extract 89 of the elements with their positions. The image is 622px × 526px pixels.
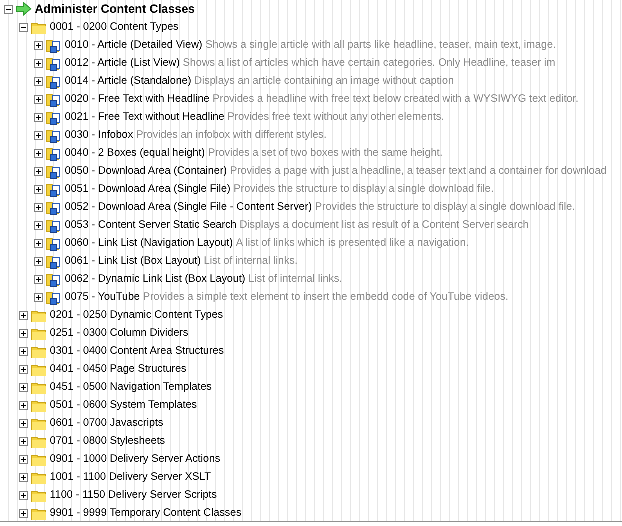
folder-document-icon xyxy=(46,253,62,269)
tree-item[interactable]: 0401 - 0450 Page Structures xyxy=(49,363,188,375)
tree-item[interactable]: 0201 - 0250 Dynamic Content Types xyxy=(49,309,224,321)
folder-document-icon xyxy=(46,199,62,215)
expand-toggle[interactable] xyxy=(19,328,28,338)
item-description: Provides a headline with free text below created with a WYSIWYG text editor. xyxy=(212,93,579,105)
expand-toggle[interactable] xyxy=(34,112,43,122)
folder-document-icon xyxy=(46,181,62,197)
item-description: Provides a page with just a headline, a teaser text and a container for download xyxy=(230,165,607,177)
item-description: Displays an article containing an image without caption xyxy=(194,75,454,87)
expand-toggle[interactable] xyxy=(4,4,13,14)
tree-item[interactable]: 0451 - 0500 Navigation Templates xyxy=(49,381,214,393)
expand-toggle[interactable] xyxy=(19,364,28,374)
tree-item[interactable]: 0075 - YouTube xyxy=(64,291,142,303)
expand-toggle[interactable] xyxy=(34,58,43,68)
folder-document-icon xyxy=(46,163,62,179)
folder-document-icon xyxy=(46,145,62,161)
folder-document-icon xyxy=(46,271,62,287)
tree-item[interactable]: 0251 - 0300 Column Dividers xyxy=(49,327,190,339)
expand-toggle[interactable] xyxy=(19,472,28,482)
expand-toggle[interactable] xyxy=(19,490,28,500)
expand-toggle[interactable] xyxy=(34,148,43,158)
item-description: A list of links which is presented like a navigation. xyxy=(236,237,469,249)
folder-document-icon xyxy=(46,55,62,71)
tree-item[interactable]: 1100 - 1150 Delivery Server Scripts xyxy=(49,489,218,501)
expand-toggle[interactable] xyxy=(19,508,28,518)
item-description: Provides an infobox with different styles. xyxy=(136,129,327,141)
tree-item[interactable]: 0301 - 0400 Content Area Structures xyxy=(49,345,226,357)
tree-item[interactable]: 0050 - Download Area (Container) xyxy=(64,165,228,177)
folder-document-icon xyxy=(46,127,62,143)
expand-toggle[interactable] xyxy=(34,166,43,176)
expand-toggle[interactable] xyxy=(34,202,43,212)
expand-toggle[interactable] xyxy=(19,418,28,428)
expand-toggle[interactable] xyxy=(34,184,43,194)
tree-item[interactable]: 0001 - 0200 Content Types xyxy=(49,21,180,33)
item-description: Provides a set of two boxes with the same height. xyxy=(208,147,443,159)
item-description: Shows a single article with all parts like headline, teaser, main text, image. xyxy=(206,39,556,51)
tree-item[interactable]: 0040 - 2 Boxes (equal height) xyxy=(64,147,206,159)
item-description: List of internal links. xyxy=(248,273,342,285)
tree-item[interactable]: 0901 - 1000 Delivery Server Actions xyxy=(49,453,222,465)
expand-toggle[interactable] xyxy=(34,130,43,140)
tree-item[interactable]: 0052 - Download Area (Single File - Content Server) xyxy=(64,201,314,213)
tree-item[interactable]: 0021 - Free Text without Headline xyxy=(64,111,226,123)
tree-item[interactable]: 0060 - Link List (Navigation Layout) xyxy=(64,237,234,249)
expand-toggle[interactable] xyxy=(34,40,43,50)
expand-toggle[interactable] xyxy=(19,310,28,320)
folder-document-icon xyxy=(46,235,62,251)
expand-toggle[interactable] xyxy=(19,400,28,410)
item-description: Shows a list of articles which have certain categories. Only Headline, teaser im xyxy=(183,57,556,69)
expand-toggle[interactable] xyxy=(34,238,43,248)
tree-item[interactable]: 0062 - Dynamic Link List (Box Layout) xyxy=(64,273,247,285)
expand-toggle[interactable] xyxy=(34,76,43,86)
tree-item[interactable]: 0701 - 0800 Stylesheets xyxy=(49,435,166,447)
expand-toggle[interactable] xyxy=(34,94,43,104)
expand-toggle[interactable] xyxy=(34,256,43,266)
expand-toggle[interactable] xyxy=(19,454,28,464)
item-description: Provides the structure to display a single download file. xyxy=(234,183,494,195)
tree-item[interactable]: 0601 - 0700 Javascripts xyxy=(49,417,164,429)
tree-item[interactable]: 9901 - 9999 Temporary Content Classes xyxy=(49,507,243,519)
tree-item[interactable]: Administer Content Classes xyxy=(34,2,196,16)
expand-toggle[interactable] xyxy=(19,436,28,446)
item-description: List of internal links. xyxy=(204,255,298,267)
arrow-icon xyxy=(16,2,32,16)
tree-item[interactable]: 1001 - 1100 Delivery Server XSLT xyxy=(49,471,212,483)
folder-document-icon xyxy=(46,217,62,233)
expand-toggle[interactable] xyxy=(19,346,28,356)
expand-toggle[interactable] xyxy=(19,382,28,392)
folder-document-icon xyxy=(46,73,62,89)
expand-toggle[interactable] xyxy=(34,274,43,284)
tree-item[interactable]: 0014 - Article (Standalone) xyxy=(64,75,193,87)
item-description: Provides free text without any other elements. xyxy=(228,111,444,123)
folder-document-icon xyxy=(46,37,62,53)
expand-toggle[interactable] xyxy=(34,292,43,302)
tree-item[interactable]: 0012 - Article (List View) xyxy=(64,57,182,69)
item-description: Provides the structure to display a single download file. xyxy=(315,201,576,213)
tree-item[interactable]: 0053 - Content Server Static Search xyxy=(64,219,238,231)
item-description: Provides a simple text element to insert the embedd code of YouTube videos. xyxy=(143,291,509,303)
expand-toggle[interactable] xyxy=(19,22,28,32)
tree-item[interactable]: 0061 - Link List (Box Layout) xyxy=(64,255,202,267)
folder-document-icon xyxy=(46,289,62,305)
tree-item[interactable]: 0030 - Infobox xyxy=(64,129,134,141)
tree-item[interactable]: 0010 - Article (Detailed View) xyxy=(64,39,204,51)
expand-toggle[interactable] xyxy=(34,220,43,230)
tree-item[interactable]: 0051 - Download Area (Single File) xyxy=(64,183,232,195)
tree-item[interactable]: 0501 - 0600 System Templates xyxy=(49,399,198,411)
folder-document-icon xyxy=(46,109,62,125)
folder-document-icon xyxy=(46,91,62,107)
tree-item[interactable]: 0020 - Free Text with Headline xyxy=(64,93,211,105)
item-description: Displays a document list as result of a Content Server search xyxy=(240,219,529,231)
